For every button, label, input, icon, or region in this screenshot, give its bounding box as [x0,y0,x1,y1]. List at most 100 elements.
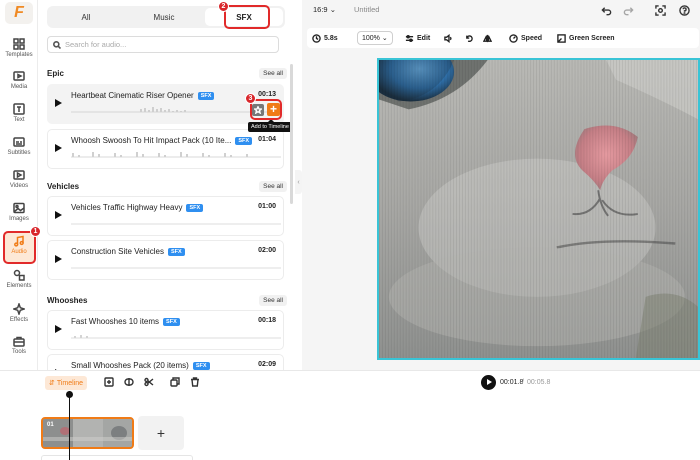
nav-rail: F Templates Media Text Subtitles Videos … [0,0,38,370]
annotation-badge-3: 3 [245,93,256,104]
rail-label: Tools [11,349,26,355]
see-all-button[interactable]: See all [259,180,287,192]
section-header-vehicles: Vehicles See all [47,179,287,193]
screenshot-icon[interactable] [654,4,667,17]
panel-scrollbar[interactable] [290,64,293,204]
see-all-button[interactable]: See all [259,294,287,306]
play-icon[interactable] [55,144,62,152]
timeline-icon: ⇵ [49,380,55,387]
section-title: Whooshes [47,295,88,305]
zoom-value: 100% [362,34,380,42]
split-icon[interactable] [124,377,134,387]
collapse-panel-handle[interactable]: ‹ [295,170,302,194]
video-toolbar: 5.8s 100% ⌄ Edit Speed Green Screen [307,28,699,48]
cat-closeup-image [379,60,698,358]
waveform [71,267,281,269]
help-icon[interactable] [678,4,691,17]
green-screen-button[interactable]: Green Screen [557,31,615,45]
redo-icon[interactable] [622,4,635,17]
tab-all[interactable]: All [47,6,125,28]
logo-letter: F [14,4,24,21]
play-icon[interactable] [55,99,62,107]
speed-button[interactable]: Speed [509,31,542,45]
sound-card[interactable]: Fast Whooshes 10 items SFX 00:18 [47,310,284,350]
annotation-badge-2: 2 [218,1,229,12]
sound-duration: 00:18 [258,317,276,324]
flip-button[interactable] [483,31,495,45]
sound-title: Whoosh Swoosh To Hit Impact Pack (10 Ite… [71,136,253,145]
sfx-badge: SFX [192,362,210,370]
waveform [71,107,281,113]
play-icon[interactable] [55,211,62,219]
volume-button[interactable] [444,31,456,45]
add-clip-button[interactable]: + [138,416,184,450]
search-input[interactable] [65,40,265,49]
rail-item-tools[interactable]: Tools [3,333,35,363]
rail-item-videos[interactable]: Videos [3,167,35,197]
rail-item-templates[interactable]: Templates [3,36,35,66]
video-clip[interactable]: 01 [41,417,134,449]
favorite-button[interactable] [252,104,264,116]
timeline-label: Timeline [56,379,84,387]
tab-music[interactable]: Music [125,6,203,28]
zoom-select[interactable]: 100% ⌄ [357,31,393,45]
effects-icon [13,303,25,315]
section-title: Epic [47,68,64,78]
sound-card[interactable]: Small Whooshes Pack (20 items) SFX 02:09 [47,354,284,370]
rail-label: Text [13,117,25,123]
tools-icon [13,336,25,347]
sound-duration: 02:00 [258,247,276,254]
sound-title-text: Whoosh Swoosh To Hit Impact Pack (10 Ite… [71,136,232,145]
duration-display[interactable]: 5.8s [312,31,338,45]
play-icon[interactable] [55,325,62,333]
undo-icon[interactable] [600,4,613,17]
app-logo[interactable]: F [5,2,33,24]
green-screen-label: Green Screen [569,34,615,42]
add-to-timeline-tooltip: Add to Timeline [248,119,292,132]
edit-button[interactable]: Edit [405,31,430,45]
sound-duration: 01:00 [258,203,276,210]
timeline-toggle[interactable]: ⇵ Timeline [45,376,88,390]
sound-title-text: Vehicles Traffic Highway Heavy [71,203,183,212]
scissors-icon[interactable] [144,377,154,387]
sound-title: Small Whooshes Pack (20 items) SFX [71,361,210,370]
sound-card[interactable]: Vehicles Traffic Highway Heavy SFX 01:00 [47,196,284,236]
add-to-timeline-button[interactable]: + [267,103,280,116]
rail-item-subtitles[interactable]: Subtitles [3,134,35,164]
aspect-ratio-select[interactable]: 16:9 ⌄ [313,5,336,14]
speedometer-icon [509,33,518,43]
play-pause-button[interactable] [481,375,496,390]
rail-item-elements[interactable]: Elements [3,267,35,297]
volume-icon [444,33,452,43]
waveform [71,223,281,225]
add-track-icon[interactable] [104,377,114,387]
sound-card[interactable]: Heartbeat Cinematic Riser Opener SFX 00:1… [47,84,284,124]
rail-item-text[interactable]: Text [3,101,35,131]
playhead[interactable] [66,391,73,460]
timeline-area: ⇵ Timeline 00:01.8 / 00:05.8 01 + [0,370,700,460]
time-separator: / [522,379,524,386]
star-icon [254,106,262,114]
tab-sfx[interactable]: SFX [205,8,283,26]
sound-duration: 01:04 [258,136,276,143]
rotate-button[interactable] [465,31,477,45]
rail-item-media[interactable]: Media [3,68,35,98]
images-icon [13,202,25,214]
video-preview-canvas[interactable] [377,58,700,360]
waveform [71,335,281,339]
sound-card[interactable]: Whoosh Swoosh To Hit Impact Pack (10 Ite… [47,129,284,169]
templates-icon [13,38,25,50]
trash-icon[interactable] [190,377,200,387]
project-title[interactable]: Untitled [354,5,379,14]
play-icon[interactable] [55,255,62,263]
rail-item-effects[interactable]: Effects [3,301,35,331]
audio-track [41,455,193,460]
duplicate-icon[interactable] [170,377,180,387]
aspect-ratio-value: 16:9 [313,5,328,14]
see-all-button[interactable]: See all [259,67,287,79]
videos-icon [13,170,25,180]
sound-card[interactable]: Construction Site Vehicles SFX 02:00 [47,240,284,280]
rail-item-images[interactable]: Images [3,200,35,230]
annotation-badge-1: 1 [30,226,41,237]
rail-item-audio[interactable]: Audio [3,233,35,263]
